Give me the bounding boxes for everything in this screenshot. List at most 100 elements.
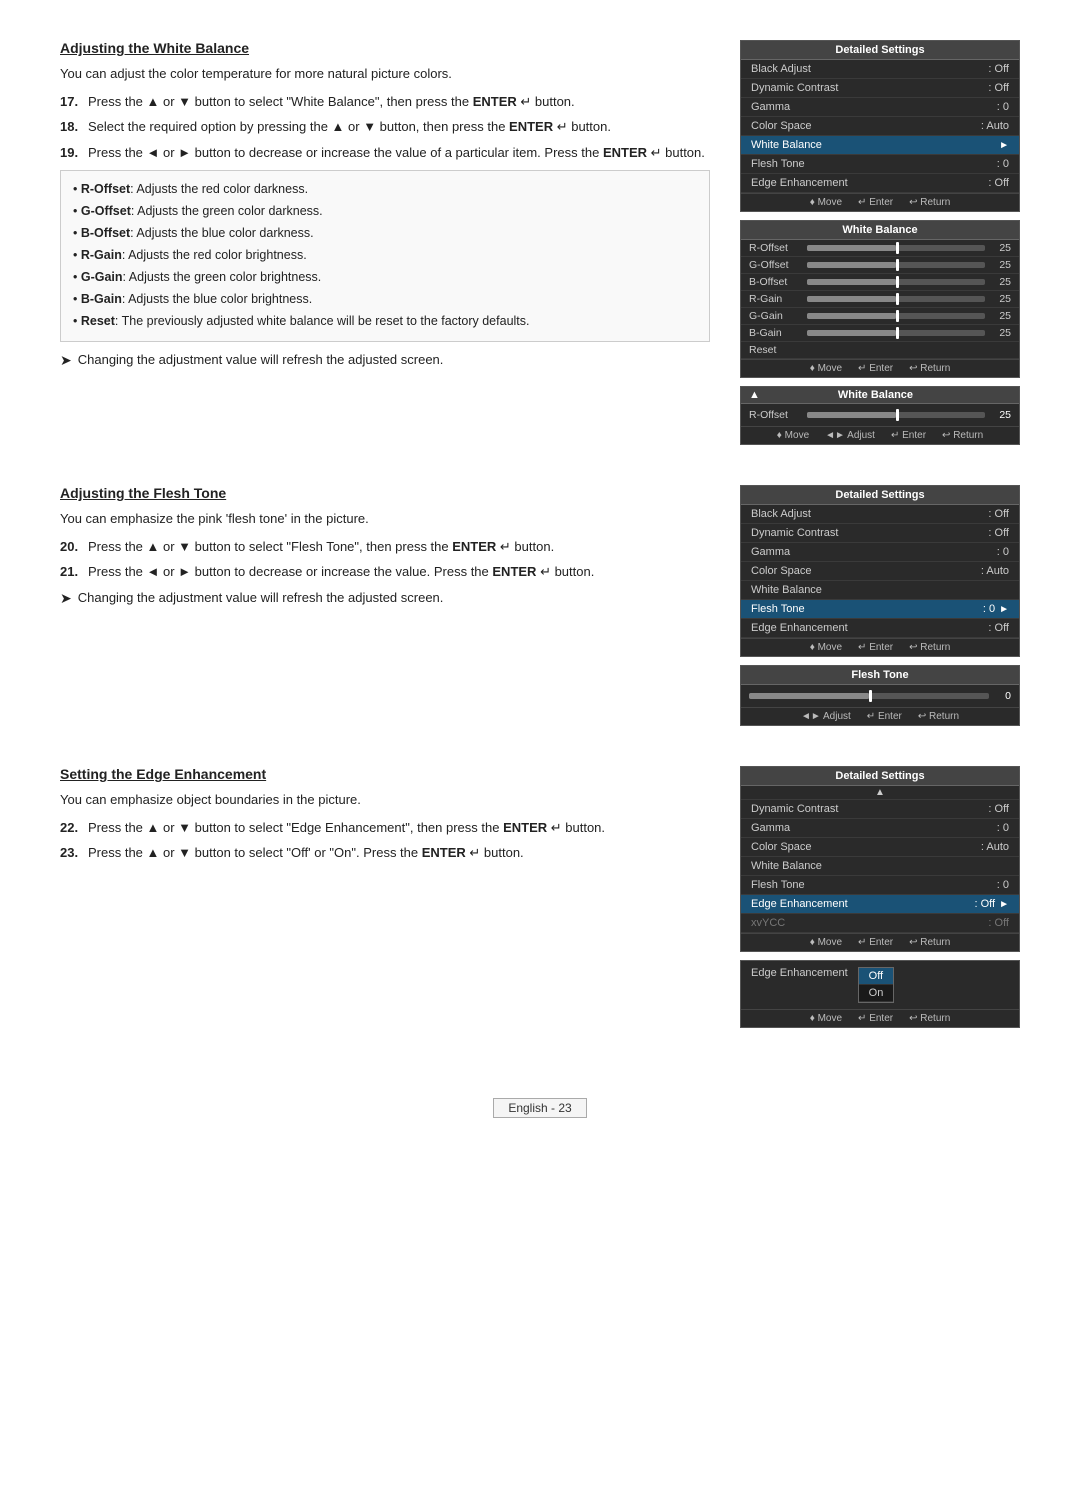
step-18-num: 18. [60, 117, 82, 137]
wb-slider-b-offset [807, 279, 985, 285]
step-18: 18. Select the required option by pressi… [60, 117, 710, 137]
step-23: 23. Press the ▲ or ▼ button to select "O… [60, 843, 710, 863]
single-slider-label: R-Offset [749, 409, 801, 421]
single-slider-value: 25 [991, 409, 1011, 421]
section-flesh-tone-images: Detailed Settings Black Adjust : Off Dyn… [740, 485, 1020, 726]
wb-row-r-gain: R-Gain 25 [741, 291, 1019, 308]
step-21: 21. Press the ◄ or ► button to decrease … [60, 562, 710, 582]
step-17: 17. Press the ▲ or ▼ button to select "W… [60, 92, 710, 112]
panel-wb-adjust-header: ▲ White Balance [741, 387, 1019, 404]
panel-ft-row-flesh-tone-highlighted: Flesh Tone : 0 ► [741, 600, 1019, 619]
panel-title-detailed-settings-ee: Detailed Settings [741, 767, 1019, 786]
note-item-g-offset: G-Offset: Adjusts the green color darkne… [73, 201, 697, 221]
panel-footer-ft-detailed: ♦ Move ↵ Enter ↩ Return [741, 638, 1019, 656]
panel-row-gamma: Gamma : 0 [741, 98, 1019, 117]
step-18-text: Select the required option by pressing t… [88, 117, 710, 137]
ee-dropdown-label: Edge Enhancement [751, 967, 848, 979]
panel-detailed-settings-ft: Detailed Settings Black Adjust : Off Dyn… [740, 485, 1020, 657]
panel-title-detailed-settings-ft: Detailed Settings [741, 486, 1019, 505]
section-edge-enhancement-images: Detailed Settings ▲ Dynamic Contrast : O… [740, 766, 1020, 1028]
section-flesh-tone-text: Adjusting the Flesh Tone You can emphasi… [60, 485, 710, 726]
wb-row-reset: Reset [741, 342, 1019, 359]
section-edge-enhancement: Setting the Edge Enhancement You can emp… [60, 766, 1020, 1028]
wb-slider-g-gain [807, 313, 985, 319]
step-22: 22. Press the ▲ or ▼ button to select "E… [60, 818, 710, 838]
arrow-note-flesh-tone-text: Changing the adjustment value will refre… [78, 588, 444, 609]
arrow-symbol: ➤ [60, 350, 72, 371]
panel-row-dynamic-contrast: Dynamic Contrast : Off [741, 79, 1019, 98]
ee-option-on[interactable]: On [859, 985, 894, 1002]
panel-row-flesh-tone: Flesh Tone : 0 [741, 155, 1019, 174]
heading-flesh-tone: Adjusting the Flesh Tone [60, 485, 710, 501]
wb-slider-g-offset [807, 262, 985, 268]
wb-slider-r-offset [807, 245, 985, 251]
panel-flesh-tone-slider: Flesh Tone 0 ◄► Adjust ↵ Enter ↩ Return [740, 665, 1020, 726]
panel-title-detailed-settings-wb: Detailed Settings [741, 41, 1019, 60]
panel-ee-row-dynamic-contrast: Dynamic Contrast : Off [741, 800, 1019, 819]
wb-row-g-offset: G-Offset 25 [741, 257, 1019, 274]
wb-slider-r-gain [807, 296, 985, 302]
panel-ee-row-up-arrow: ▲ [741, 786, 1019, 800]
step-23-num: 23. [60, 843, 82, 863]
section-white-balance-text: Adjusting the White Balance You can adju… [60, 40, 710, 445]
step-21-text: Press the ◄ or ► button to decrease or i… [88, 562, 710, 582]
ft-slider-track [749, 693, 989, 699]
panel-footer-1: ♦ Move ↵ Enter ↩ Return [741, 193, 1019, 211]
section-edge-enhancement-text: Setting the Edge Enhancement You can emp… [60, 766, 710, 1028]
note-box-white-balance: R-Offset: Adjusts the red color darkness… [60, 170, 710, 342]
page-content: Adjusting the White Balance You can adju… [60, 40, 1020, 1118]
panel-edge-enhancement-dropdown: Edge Enhancement Off On ♦ Move ↵ Enter ↩… [740, 960, 1020, 1028]
step-22-text: Press the ▲ or ▼ button to select "Edge … [88, 818, 710, 838]
intro-white-balance: You can adjust the color temperature for… [60, 64, 710, 84]
arrow-symbol-2: ➤ [60, 588, 72, 609]
panel-ee-row-edge-enhancement-highlighted: Edge Enhancement : Off ► [741, 895, 1019, 914]
heading-edge-enhancement: Setting the Edge Enhancement [60, 766, 710, 782]
ee-dropdown-options: Off On [858, 967, 895, 1003]
panel-ft-row-edge-enhancement: Edge Enhancement : Off [741, 619, 1019, 638]
panel-ee-row-xvycc: xvYCC : Off [741, 914, 1019, 933]
note-item-b-gain: B-Gain: Adjusts the blue color brightnes… [73, 289, 697, 309]
panel-footer-ee-detailed: ♦ Move ↵ Enter ↩ Return [741, 933, 1019, 951]
wb-slider-b-gain [807, 330, 985, 336]
wb-row-g-gain: G-Gain 25 [741, 308, 1019, 325]
ee-option-off[interactable]: Off [859, 968, 894, 985]
panel-row-color-space: Color Space : Auto [741, 117, 1019, 136]
step-22-num: 22. [60, 818, 82, 838]
panel-footer-wb: ♦ Move ↵ Enter ↩ Return [741, 359, 1019, 377]
arrow-note-flesh-tone: ➤ Changing the adjustment value will ref… [60, 588, 710, 609]
footer-badge: English - 23 [493, 1098, 586, 1118]
panel-ft-row-gamma: Gamma : 0 [741, 543, 1019, 562]
arrow-note-white-balance: ➤ Changing the adjustment value will ref… [60, 350, 710, 371]
ft-slider-value: 0 [995, 690, 1011, 702]
intro-flesh-tone: You can emphasize the pink 'flesh tone' … [60, 509, 710, 529]
step-20: 20. Press the ▲ or ▼ button to select "F… [60, 537, 710, 557]
panel-footer-ft-slider: ◄► Adjust ↵ Enter ↩ Return [741, 707, 1019, 725]
step-20-text: Press the ▲ or ▼ button to select "Flesh… [88, 537, 710, 557]
wb-row-r-offset: R-Offset 25 [741, 240, 1019, 257]
panel-row-black-adjust: Black Adjust : Off [741, 60, 1019, 79]
panel-row-edge-enhancement: Edge Enhancement : Off [741, 174, 1019, 193]
ee-dropdown-row: Edge Enhancement Off On [741, 961, 1019, 1009]
note-item-g-gain: G-Gain: Adjusts the green color brightne… [73, 267, 697, 287]
step-19-text: Press the ◄ or ► button to decrease or i… [88, 143, 710, 163]
panel-detailed-settings-ee: Detailed Settings ▲ Dynamic Contrast : O… [740, 766, 1020, 952]
panel-footer-wb-adjust: ♦ Move ◄► Adjust ↵ Enter ↩ Return [741, 426, 1019, 444]
panel-title-flesh-tone: Flesh Tone [741, 666, 1019, 685]
step-17-text: Press the ▲ or ▼ button to select "White… [88, 92, 710, 112]
panel-row-white-balance-highlighted: White Balance ► [741, 136, 1019, 155]
single-slider-track [807, 412, 985, 418]
panel-wb-adjust: ▲ White Balance R-Offset 25 ♦ Move ◄► Ad… [740, 386, 1020, 445]
note-item-r-offset: R-Offset: Adjusts the red color darkness… [73, 179, 697, 199]
panel-detailed-settings-wb: Detailed Settings Black Adjust : Off Dyn… [740, 40, 1020, 212]
panel-ft-row-color-space: Color Space : Auto [741, 562, 1019, 581]
note-item-reset: Reset: The previously adjusted white bal… [73, 311, 697, 331]
panel-ee-row-gamma: Gamma : 0 [741, 819, 1019, 838]
step-19: 19. Press the ◄ or ► button to decrease … [60, 143, 710, 163]
step-20-num: 20. [60, 537, 82, 557]
intro-edge-enhancement: You can emphasize object boundaries in t… [60, 790, 710, 810]
step-23-text: Press the ▲ or ▼ button to select "Off' … [88, 843, 710, 863]
panel-ft-row-black-adjust: Black Adjust : Off [741, 505, 1019, 524]
note-item-r-gain: R-Gain: Adjusts the red color brightness… [73, 245, 697, 265]
panel-wb-adjust-row: R-Offset 25 [741, 404, 1019, 426]
note-item-b-offset: B-Offset: Adjusts the blue color darknes… [73, 223, 697, 243]
